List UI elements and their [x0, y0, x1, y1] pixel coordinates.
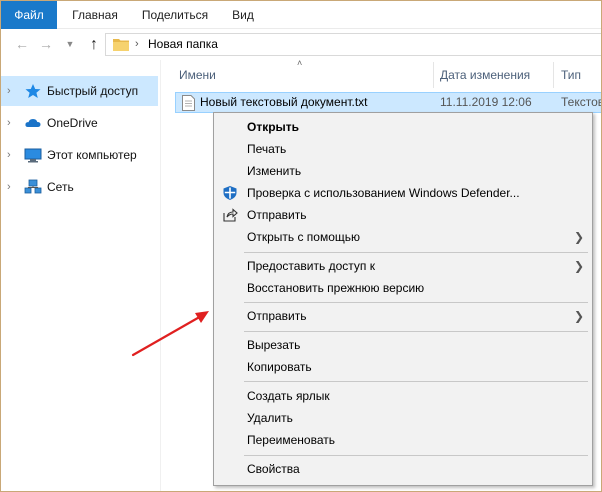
menu-item-label: Изменить	[247, 164, 302, 178]
up-arrow-icon[interactable]: ↑	[83, 29, 105, 60]
navigation-pane: › Быстрый доступ › OneDrive › Этот компь…	[1, 60, 161, 491]
sidebar-item-label: Этот компьютер	[47, 148, 137, 162]
sidebar-item-onedrive[interactable]: › OneDrive	[1, 108, 158, 138]
tab-view[interactable]: Вид	[223, 1, 263, 29]
context-menu: Открыть Печать Изменить Проверка с испол…	[213, 112, 593, 486]
submenu-chevron-icon: ❯	[574, 230, 585, 244]
file-name: Новый текстовый документ.txt	[200, 95, 368, 109]
menu-item-label: Создать ярлык	[247, 389, 330, 403]
address-bar[interactable]: › Новая папка	[105, 33, 601, 56]
back-arrow-icon[interactable]: ←	[11, 29, 33, 60]
menu-item-label: Свойства	[247, 462, 300, 476]
file-date: 11.11.2019 12:06	[440, 95, 532, 109]
menu-item-create-shortcut[interactable]: Создать ярлык	[214, 385, 592, 407]
menu-item-label: Предоставить доступ к	[247, 259, 375, 273]
sidebar-item-quick-access[interactable]: › Быстрый доступ	[1, 76, 158, 106]
menu-item-restore-previous[interactable]: Восстановить прежнюю версию	[214, 277, 592, 299]
menu-item-label: Отправить	[247, 208, 307, 222]
menu-item-share[interactable]: Отправить	[214, 204, 592, 226]
cloud-icon	[25, 119, 41, 127]
sidebar-item-label: Сеть	[47, 180, 74, 194]
annotation-arrow-icon	[131, 311, 209, 357]
file-type: Текстовый документ	[561, 95, 601, 109]
computer-icon	[24, 148, 42, 163]
network-icon	[24, 179, 42, 194]
menu-item-label: Копировать	[247, 360, 312, 374]
address-row: ← → ▼ ↑ › Новая папка	[1, 29, 601, 60]
column-header-date[interactable]: Дата изменения	[440, 62, 530, 88]
forward-arrow-icon[interactable]: →	[35, 29, 57, 60]
menu-item-send-to[interactable]: Отправить ❯	[214, 305, 592, 327]
sidebar-item-network[interactable]: › Сеть	[1, 172, 158, 202]
share-icon	[223, 208, 238, 222]
menu-item-copy[interactable]: Копировать	[214, 356, 592, 378]
menu-item-cut[interactable]: Вырезать	[214, 334, 592, 356]
menu-item-label: Проверка с использованием Windows Defend…	[247, 186, 520, 200]
ribbon-tabs: Файл Главная Поделиться Вид	[1, 1, 601, 29]
menu-item-print[interactable]: Печать	[214, 138, 592, 160]
menu-item-label: Отправить	[247, 309, 307, 323]
sidebar-item-label: Быстрый доступ	[47, 84, 139, 98]
column-header-name[interactable]: Имени	[179, 62, 216, 88]
menu-item-label: Удалить	[247, 411, 293, 425]
sort-ascending-icon: ˄	[297, 58, 303, 68]
menu-item-defender-scan[interactable]: Проверка с использованием Windows Defend…	[214, 182, 592, 204]
file-row[interactable]: Новый текстовый документ.txt 11.11.2019 …	[175, 92, 601, 113]
expand-chevron-icon[interactable]: ›	[7, 172, 11, 202]
breadcrumb-chevron-icon[interactable]: ›	[135, 34, 139, 55]
menu-item-open[interactable]: Открыть	[214, 116, 592, 138]
menu-item-label: Переименовать	[247, 433, 335, 447]
submenu-chevron-icon: ❯	[574, 259, 585, 273]
menu-separator	[244, 252, 588, 253]
menu-item-properties[interactable]: Свойства	[214, 458, 592, 480]
menu-item-label: Открыть	[247, 120, 300, 134]
tab-share[interactable]: Поделиться	[135, 1, 215, 29]
star-icon	[25, 84, 41, 98]
sidebar-item-this-pc[interactable]: › Этот компьютер	[1, 140, 158, 170]
menu-item-label: Вырезать	[247, 338, 301, 352]
expand-chevron-icon[interactable]: ›	[7, 76, 11, 106]
recent-locations-chevron-icon[interactable]: ▼	[59, 29, 81, 60]
menu-item-edit[interactable]: Изменить	[214, 160, 592, 182]
menu-separator	[244, 381, 588, 382]
menu-item-rename[interactable]: Переименовать	[214, 429, 592, 451]
menu-separator	[244, 302, 588, 303]
menu-item-label: Восстановить прежнюю версию	[247, 281, 425, 295]
column-divider[interactable]	[553, 62, 554, 88]
tab-home[interactable]: Главная	[65, 1, 125, 29]
submenu-chevron-icon: ❯	[574, 309, 585, 323]
explorer-window: Файл Главная Поделиться Вид ← → ▼ ↑ › Но…	[0, 0, 602, 492]
menu-item-label: Печать	[247, 142, 287, 156]
defender-shield-icon	[223, 186, 237, 200]
column-divider[interactable]	[433, 62, 434, 88]
menu-item-give-access[interactable]: Предоставить доступ к ❯	[214, 255, 592, 277]
column-header-type[interactable]: Тип	[561, 62, 581, 88]
expand-chevron-icon[interactable]: ›	[7, 140, 11, 170]
text-file-icon	[182, 95, 195, 111]
menu-item-delete[interactable]: Удалить	[214, 407, 592, 429]
sidebar-item-label: OneDrive	[47, 116, 98, 130]
menu-separator	[244, 331, 588, 332]
menu-separator	[244, 455, 588, 456]
expand-chevron-icon[interactable]: ›	[7, 108, 11, 138]
tab-file[interactable]: Файл	[1, 1, 57, 29]
menu-item-label: Открыть с помощью	[247, 230, 361, 244]
folder-icon	[113, 39, 129, 51]
breadcrumb-folder[interactable]: Новая папка	[148, 34, 218, 55]
menu-item-open-with[interactable]: Открыть с помощью ❯	[214, 226, 592, 248]
